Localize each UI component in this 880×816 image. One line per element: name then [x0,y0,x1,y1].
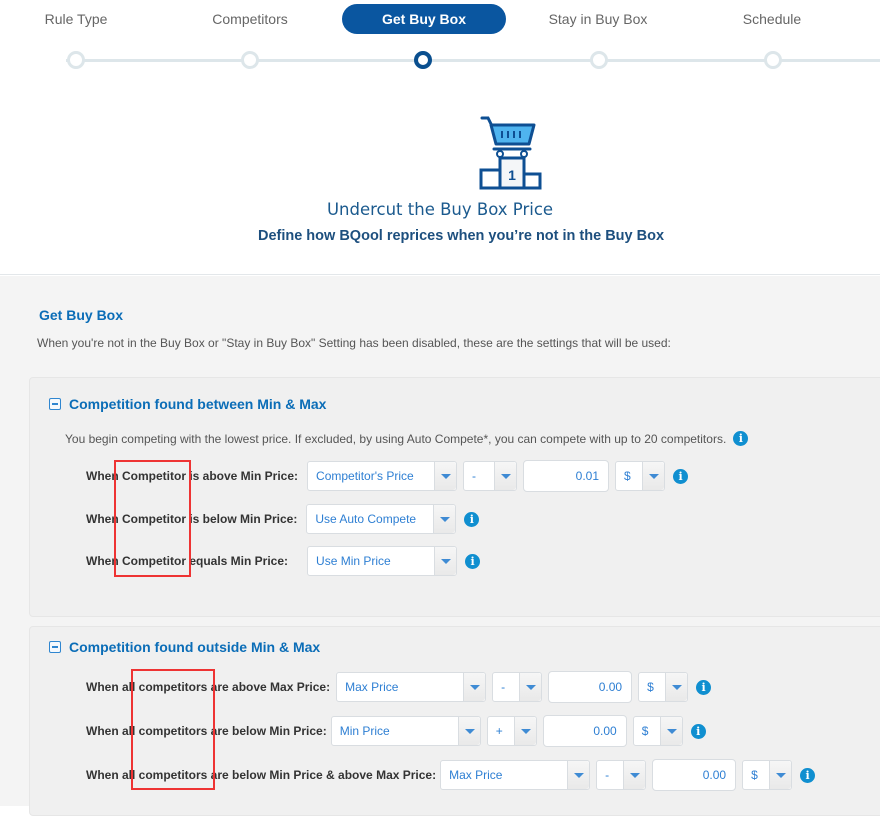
podium-digit: 1 [508,167,516,183]
step-stay-in-buy-box[interactable]: Stay in Buy Box [528,4,668,34]
strategy-select[interactable]: Max Price [336,672,487,702]
unit-value: $ [751,768,758,782]
chevron-down-icon[interactable] [433,505,456,533]
info-icon[interactable]: i [733,431,749,446]
step-dot-rule-type[interactable] [67,51,85,69]
annotation-highlight-box [114,460,191,577]
info-icon[interactable]: i [673,468,689,484]
section-description: When you're not in the Buy Box or "Stay … [37,336,671,350]
operator-value: - [472,469,477,483]
wizard-stepper: Rule Type Competitors Get Buy Box Stay i… [0,0,880,80]
operator-value: - [501,680,506,694]
strategy-select[interactable]: Max Price [440,760,591,790]
panel-header[interactable]: Competition found between Min & Max [49,396,326,412]
strategy-value: Use Min Price [316,554,391,568]
chevron-down-icon[interactable] [623,761,646,789]
strategy-value: Use Auto Compete [315,512,417,526]
panel-note-text: You begin competing with the lowest pric… [65,431,727,446]
step-dot-get-buy-box[interactable] [414,51,432,69]
operator-select[interactable]: - [463,461,518,491]
collapse-minus-icon[interactable] [49,641,61,653]
strategy-select[interactable]: Use Auto Compete [306,504,457,534]
step-rule-type[interactable]: Rule Type [16,4,136,34]
amount-input[interactable]: 0.00 [652,759,737,791]
unit-value: $ [647,680,654,694]
chevron-down-icon[interactable] [434,462,457,490]
step-dot-competitors[interactable] [241,51,259,69]
step-get-buy-box[interactable]: Get Buy Box [342,4,506,34]
panel-title: Competition found between Min & Max [69,396,327,412]
step-dot-schedule[interactable] [764,51,782,69]
strategy-select[interactable]: Competitor's Price [307,461,458,491]
operator-select[interactable]: - [596,760,647,790]
amount-input[interactable]: 0.00 [548,671,633,703]
unit-select[interactable]: $ [638,672,689,702]
stepper-track [66,59,880,62]
strategy-select[interactable]: Use Min Price [307,546,458,576]
unit-value: $ [641,724,649,738]
hero-title: Undercut the Buy Box Price [326,200,554,219]
chevron-down-icon[interactable] [494,462,517,490]
strategy-value: Max Price [449,768,503,782]
hero-subtitle: Define how BQool reprices when you’re no… [257,228,665,244]
info-icon[interactable]: i [800,767,816,783]
section-title: Get Buy Box [39,307,124,323]
strategy-select[interactable]: Min Price [330,716,481,746]
unit-value: $ [624,469,631,483]
strategy-value: Competitor's Price [316,469,414,483]
amount-input[interactable]: 0.00 [542,715,627,747]
operator-value: - [605,768,610,782]
collapse-minus-icon[interactable] [49,398,61,410]
annotation-highlight-box [131,669,215,790]
step-dot-stay-in-buy-box[interactable] [590,51,608,69]
info-icon[interactable]: i [465,553,481,569]
step-competitors[interactable]: Competitors [190,4,310,34]
unit-select[interactable]: $ [632,716,683,746]
info-icon[interactable]: i [690,723,706,739]
strategy-value: Max Price [345,680,399,694]
chevron-down-icon[interactable] [513,717,536,745]
info-icon[interactable]: i [696,679,712,695]
chevron-down-icon[interactable] [457,717,480,745]
chevron-down-icon[interactable] [463,673,486,701]
chevron-down-icon[interactable] [642,462,665,490]
unit-select[interactable]: $ [615,461,666,491]
step-schedule[interactable]: Schedule [712,4,832,34]
operator-select[interactable]: - [492,672,543,702]
chevron-down-icon[interactable] [659,717,682,745]
hero-section: 1 Undercut the Buy Box Price Define how … [0,80,880,275]
unit-select[interactable]: $ [742,760,793,790]
chevron-down-icon[interactable] [519,673,542,701]
chevron-down-icon[interactable] [769,761,792,789]
amount-input[interactable]: 0.01 [523,460,610,492]
chevron-down-icon[interactable] [434,547,457,575]
strategy-value: Min Price [339,724,390,738]
cart-podium-icon: 1 [479,116,542,190]
chevron-down-icon[interactable] [665,673,688,701]
chevron-down-icon[interactable] [567,761,590,789]
operator-select[interactable]: + [486,716,537,746]
info-icon[interactable]: i [464,511,480,527]
panel-note: You begin competing with the lowest pric… [65,431,749,446]
operator-value: + [495,724,503,738]
panel-header[interactable]: Competition found outside Min & Max [49,639,320,655]
panel-title: Competition found outside Min & Max [69,639,321,655]
